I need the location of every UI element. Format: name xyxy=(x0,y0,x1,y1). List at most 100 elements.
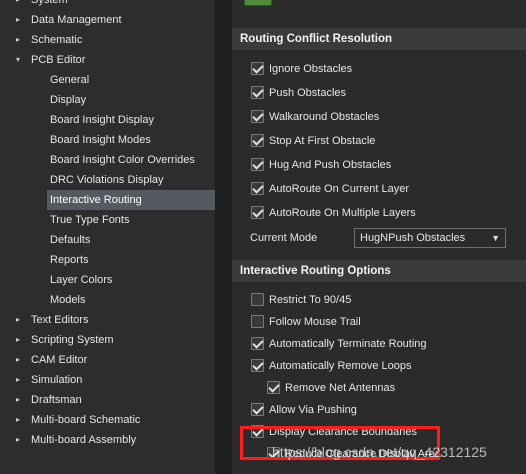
tree-item-label: Reports xyxy=(50,254,89,266)
options-pane: Routing Conflict Resolution Ignore Obsta… xyxy=(232,0,526,474)
tree-item[interactable]: ▸ Scripting System xyxy=(0,330,215,350)
option-checkbox[interactable]: Push Obstacles xyxy=(251,83,346,103)
option-label: Walkaround Obstacles xyxy=(269,111,380,124)
tree-item[interactable]: Interactive Routing xyxy=(0,190,215,210)
tree-item[interactable]: Defaults xyxy=(0,230,215,250)
tree-item-label: Models xyxy=(50,294,86,306)
tree-item[interactable]: Models xyxy=(0,290,215,310)
tree-item-label: Interactive Routing xyxy=(47,190,215,210)
option-label: Push Obstacles xyxy=(269,87,347,100)
current-mode-dropdown[interactable]: HugNPush Obstacles ▼ xyxy=(354,228,506,248)
option-label: Automatically Remove Loops xyxy=(269,360,412,373)
section-interactive-routing-options: Interactive Routing Options xyxy=(232,260,526,282)
tree-item[interactable]: ▸ CAM Editor xyxy=(0,350,215,370)
expand-down-icon[interactable]: ▾ xyxy=(16,50,26,70)
expand-right-icon[interactable]: ▸ xyxy=(16,410,26,430)
checkbox-icon[interactable] xyxy=(251,292,264,306)
option-label: AutoRoute On Current Layer xyxy=(269,183,410,196)
tree-item[interactable]: Board Insight Color Overrides xyxy=(0,150,215,170)
tree-item[interactable]: Display xyxy=(0,90,215,110)
option-checkbox[interactable]: Display Clearance Boundaries xyxy=(251,422,417,442)
option-label: Automatically Terminate Routing xyxy=(269,338,427,351)
checkbox-icon[interactable] xyxy=(251,424,264,438)
checkbox-icon[interactable] xyxy=(251,61,264,75)
checkbox-icon[interactable] xyxy=(251,205,264,219)
checkbox-icon[interactable] xyxy=(251,109,264,123)
option-checkbox[interactable]: Ignore Obstacles xyxy=(251,59,352,79)
checkbox-icon[interactable] xyxy=(251,157,264,171)
checkbox-icon[interactable] xyxy=(251,181,264,195)
chevron-down-icon: ▼ xyxy=(491,233,500,243)
tree-item[interactable]: Board Insight Modes xyxy=(0,130,215,150)
tree-item[interactable]: DRC Violations Display xyxy=(0,170,215,190)
tree-item[interactable]: ▸ System xyxy=(0,0,215,10)
tree-item[interactable]: Board Insight Display xyxy=(0,110,215,130)
tree-item-label: PCB Editor xyxy=(31,54,86,66)
tree-item[interactable]: ▸ Schematic xyxy=(0,30,215,50)
tree-item-label: Display xyxy=(50,94,87,106)
tree-item[interactable]: ▸ Multi-board Schematic xyxy=(0,410,215,430)
expand-right-icon[interactable]: ▸ xyxy=(16,330,26,350)
checkbox-icon[interactable] xyxy=(251,85,264,99)
tree-item-label: Data Management xyxy=(31,14,122,26)
tree-item[interactable]: True Type Fonts xyxy=(0,210,215,230)
option-label: Stop At First Obstacle xyxy=(269,135,376,148)
checkbox-icon[interactable] xyxy=(251,402,264,416)
tree-item-label: General xyxy=(50,74,90,86)
tree-item-label: Board Insight Modes xyxy=(50,134,151,146)
option-checkbox[interactable]: Follow Mouse Trail xyxy=(251,312,361,332)
preferences-tree: ▸ System ▸ Data Management ▸ Schematic ▾ PCB Ed… xyxy=(0,0,216,474)
option-checkbox[interactable]: AutoRoute On Multiple Layers xyxy=(251,203,416,223)
tree-item-label: Board Insight Display xyxy=(50,114,154,126)
expand-right-icon[interactable]: ▸ xyxy=(16,10,26,30)
expand-right-icon[interactable]: ▸ xyxy=(16,0,26,10)
option-checkbox[interactable]: Remove Net Antennas xyxy=(267,378,395,398)
tree-item[interactable]: ▸ Text Editors xyxy=(0,310,215,330)
expand-right-icon[interactable]: ▸ xyxy=(16,390,26,410)
option-checkbox[interactable]: Hug And Push Obstacles xyxy=(251,155,391,175)
tree-item-label: Board Insight Color Overrides xyxy=(50,154,195,166)
current-mode-value: HugNPush Obstacles xyxy=(360,232,466,244)
option-checkbox[interactable]: Automatically Remove Loops xyxy=(251,356,411,376)
option-checkbox[interactable]: Allow Via Pushing xyxy=(251,400,357,420)
option-label: Display Clearance Boundaries xyxy=(269,426,417,439)
option-checkbox[interactable]: Walkaround Obstacles xyxy=(251,107,379,127)
option-checkbox[interactable]: Stop At First Obstacle xyxy=(251,131,375,151)
tree-item[interactable]: ▸ Data Management xyxy=(0,10,215,30)
tree-item-label: Scripting System xyxy=(31,334,114,346)
tree-item-label: Defaults xyxy=(50,234,91,246)
section-routing-conflict-resolution: Routing Conflict Resolution xyxy=(232,28,526,50)
tree-item[interactable]: General xyxy=(0,70,215,90)
tree-item-label: CAM Editor xyxy=(31,354,88,366)
tree-item-label: True Type Fonts xyxy=(50,214,130,226)
option-checkbox[interactable]: Automatically Terminate Routing xyxy=(251,334,427,354)
checkbox-icon[interactable] xyxy=(251,358,264,372)
option-label: Hug And Push Obstacles xyxy=(269,159,392,172)
expand-right-icon[interactable]: ▸ xyxy=(16,430,26,450)
option-checkbox[interactable]: Restrict To 90/45 xyxy=(251,290,351,310)
tree-item-label: Draftsman xyxy=(31,394,82,406)
checkbox-icon[interactable] xyxy=(251,133,264,147)
option-label: Ignore Obstacles xyxy=(269,63,353,76)
tree-item-label: Schematic xyxy=(31,34,83,46)
expand-right-icon[interactable]: ▸ xyxy=(16,30,26,50)
tree-item[interactable]: Layer Colors xyxy=(0,270,215,290)
checkbox-icon[interactable] xyxy=(251,336,264,350)
option-checkbox[interactable]: AutoRoute On Current Layer xyxy=(251,179,409,199)
tree-item[interactable]: ▸ Multi-board Assembly xyxy=(0,430,215,450)
option-label: Follow Mouse Trail xyxy=(269,316,361,329)
checkbox-icon[interactable] xyxy=(251,314,264,328)
checkbox-icon[interactable] xyxy=(267,380,280,394)
tree-item[interactable]: Reports xyxy=(0,250,215,270)
current-mode-label: Current Mode xyxy=(250,232,318,244)
expand-right-icon[interactable]: ▸ xyxy=(16,350,26,370)
tree-item-label: System xyxy=(31,0,68,6)
tree-item-label: Text Editors xyxy=(31,314,89,326)
tree-item[interactable]: ▸ Simulation xyxy=(0,370,215,390)
option-label: Allow Via Pushing xyxy=(269,404,357,417)
expand-right-icon[interactable]: ▸ xyxy=(16,310,26,330)
expand-right-icon[interactable]: ▸ xyxy=(16,370,26,390)
pane-splitter[interactable] xyxy=(216,0,232,474)
tree-item[interactable]: ▸ Draftsman xyxy=(0,390,215,410)
tree-item[interactable]: ▾ PCB Editor xyxy=(0,50,215,70)
